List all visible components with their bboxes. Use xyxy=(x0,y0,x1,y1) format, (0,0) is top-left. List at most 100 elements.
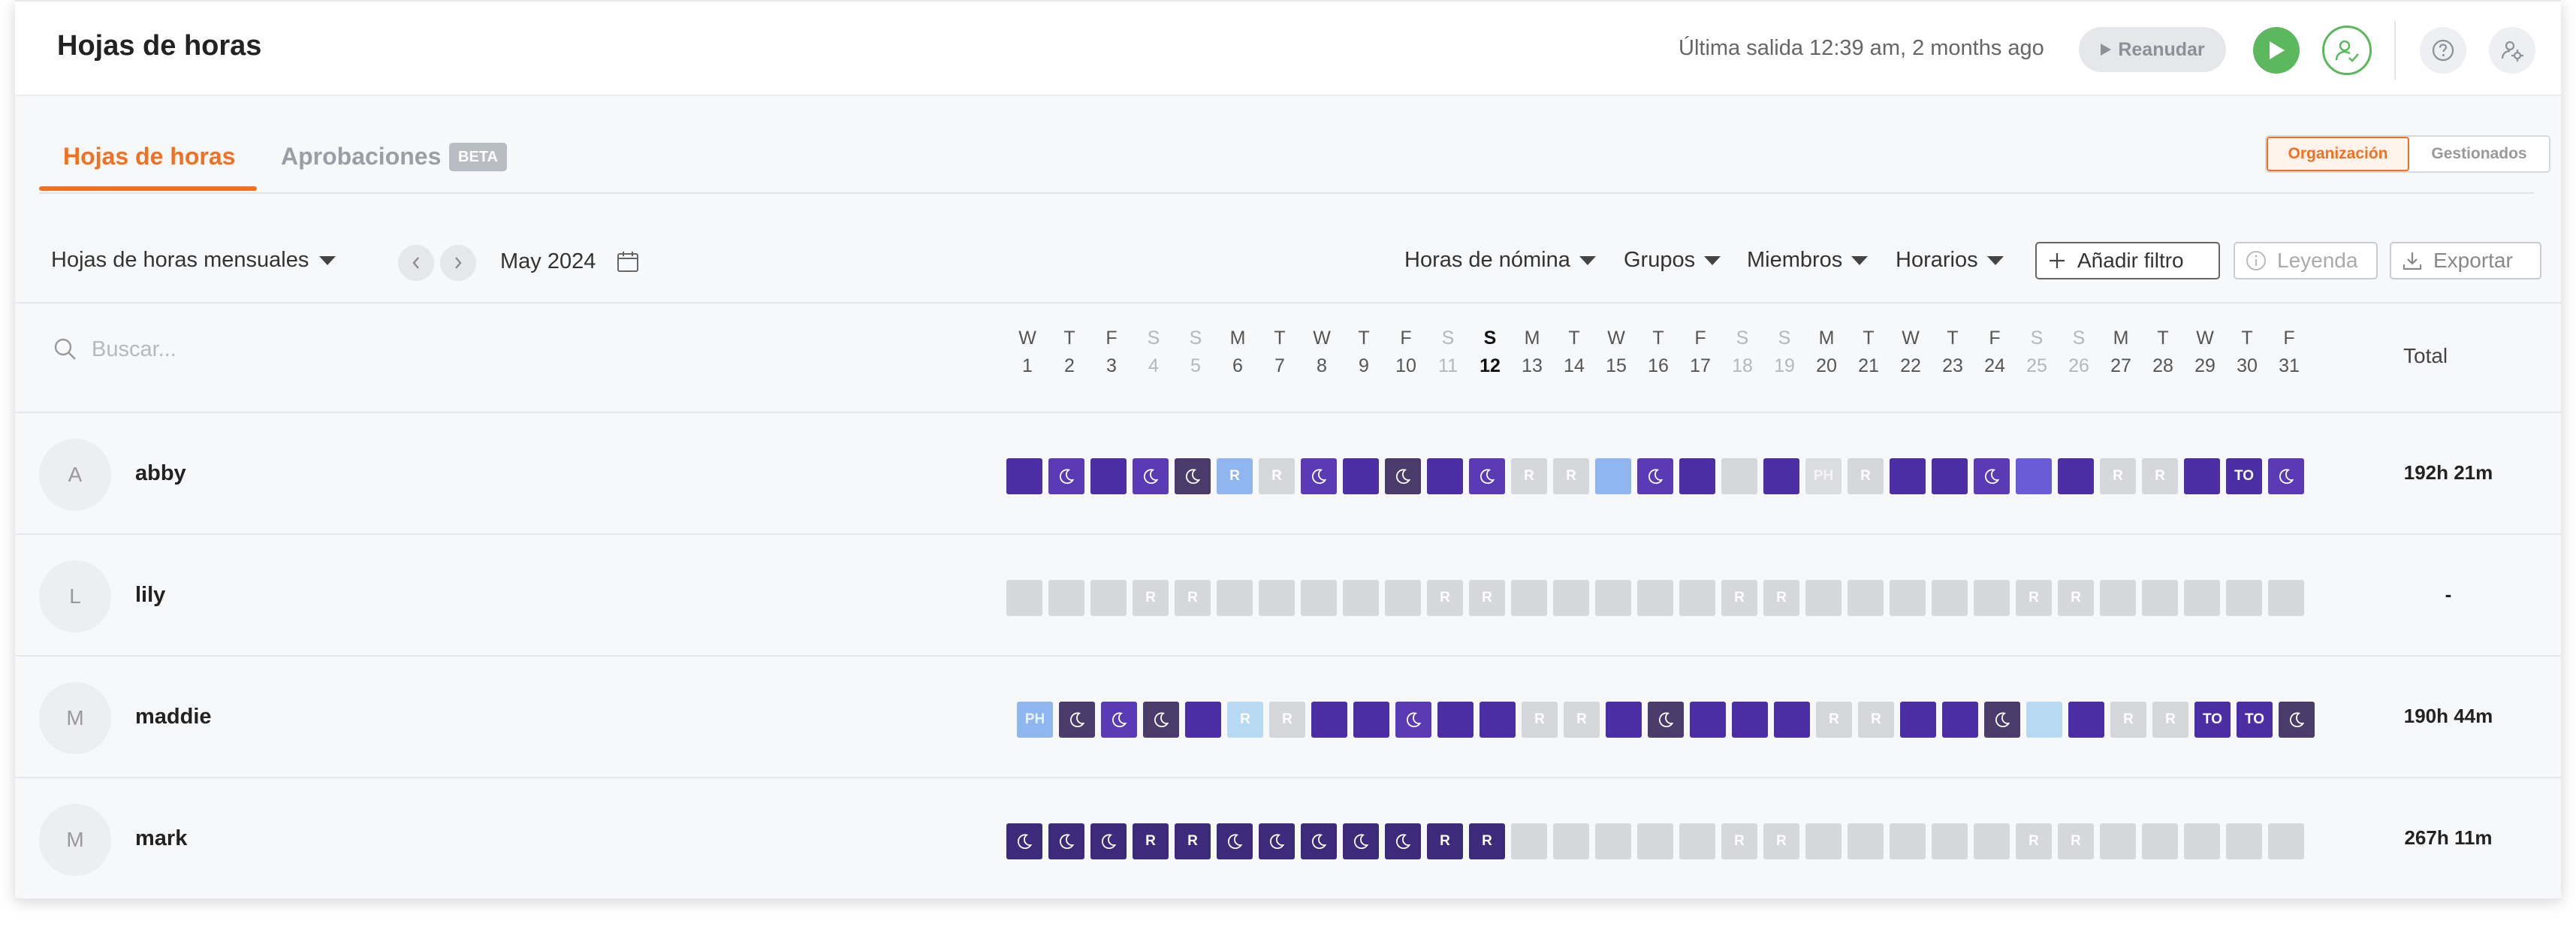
day-cell[interactable]: R xyxy=(1511,458,1547,494)
day-cell[interactable] xyxy=(2226,823,2262,859)
day-cell[interactable] xyxy=(2100,823,2136,859)
day-cell[interactable] xyxy=(1301,823,1337,859)
tab-timesheets[interactable]: Hojas de horas xyxy=(63,143,235,171)
export-button[interactable]: Exportar xyxy=(2390,242,2541,279)
day-cell[interactable]: R xyxy=(2152,702,2188,738)
day-cell[interactable] xyxy=(1942,702,1978,738)
day-cell[interactable] xyxy=(1059,702,1095,738)
day-cell[interactable] xyxy=(1679,823,1715,859)
day-cell[interactable] xyxy=(1890,458,1926,494)
day-cell[interactable] xyxy=(1343,580,1379,616)
day-cell[interactable] xyxy=(1637,458,1673,494)
day-cell[interactable] xyxy=(1890,580,1926,616)
period-label[interactable]: May 2024 xyxy=(500,249,596,274)
day-cell[interactable] xyxy=(1848,580,1884,616)
day-cell[interactable] xyxy=(1301,580,1337,616)
day-cell[interactable] xyxy=(1974,580,2010,616)
day-cell[interactable]: R xyxy=(1259,458,1295,494)
timesheet-type-dropdown[interactable]: Hojas de horas mensuales xyxy=(51,248,336,273)
day-cell[interactable]: R xyxy=(1763,580,1799,616)
day-cell[interactable] xyxy=(1774,702,1810,738)
day-cell[interactable] xyxy=(1690,702,1726,738)
day-cell[interactable] xyxy=(1679,580,1715,616)
help-button[interactable] xyxy=(2420,27,2466,74)
day-cell[interactable]: R xyxy=(2016,580,2052,616)
member-name[interactable]: lily xyxy=(135,583,165,608)
day-cell[interactable]: R xyxy=(2142,458,2178,494)
day-cell[interactable] xyxy=(1553,580,1589,616)
day-cell[interactable] xyxy=(2268,580,2304,616)
next-period-button[interactable] xyxy=(440,245,476,281)
day-cell[interactable] xyxy=(1511,580,1547,616)
day-cell[interactable] xyxy=(1343,458,1379,494)
user-status-button[interactable] xyxy=(2322,26,2372,75)
table-row[interactable]: Mmark R R R R R R R R 267h 11m xyxy=(15,778,2561,900)
day-cell[interactable]: R xyxy=(1858,702,1894,738)
day-cell[interactable] xyxy=(1343,823,1379,859)
day-cell[interactable]: TO xyxy=(2226,458,2262,494)
day-cell[interactable] xyxy=(1595,458,1631,494)
day-cell[interactable]: R xyxy=(1427,580,1463,616)
day-cell[interactable]: TO xyxy=(2237,702,2273,738)
day-cell[interactable] xyxy=(1217,580,1253,616)
day-cell[interactable] xyxy=(1385,458,1421,494)
day-cell[interactable]: R xyxy=(1721,823,1757,859)
table-row[interactable]: Aabby R R R R PH R R R TO 192h 21m xyxy=(15,413,2561,535)
day-cell[interactable]: R xyxy=(2016,823,2052,859)
day-cell[interactable] xyxy=(1006,823,1042,859)
calendar-icon[interactable] xyxy=(616,249,640,277)
toggle-organization[interactable]: Organización xyxy=(2267,137,2409,171)
day-cell[interactable]: R xyxy=(1217,458,1253,494)
day-cell[interactable] xyxy=(1090,823,1127,859)
prev-period-button[interactable] xyxy=(398,245,434,281)
day-cell[interactable] xyxy=(1469,458,1505,494)
day-cell[interactable] xyxy=(2142,580,2178,616)
day-cell[interactable]: R xyxy=(1469,823,1505,859)
day-cell[interactable] xyxy=(2184,823,2220,859)
day-cell[interactable] xyxy=(1900,702,1936,738)
day-cell[interactable]: R xyxy=(1227,702,1263,738)
start-timer-button[interactable] xyxy=(2253,27,2300,74)
day-cell[interactable] xyxy=(1395,702,1431,738)
day-cell[interactable]: R xyxy=(1133,823,1169,859)
day-cell[interactable] xyxy=(2026,702,2062,738)
day-cell[interactable] xyxy=(1606,702,1642,738)
day-cell[interactable] xyxy=(1427,458,1463,494)
day-cell[interactable]: R xyxy=(1553,458,1589,494)
day-cell[interactable] xyxy=(1437,702,1474,738)
day-cell[interactable] xyxy=(2142,823,2178,859)
day-cell[interactable] xyxy=(1090,580,1127,616)
day-cell[interactable] xyxy=(1763,458,1799,494)
day-cell[interactable] xyxy=(1480,702,1516,738)
day-cell[interactable] xyxy=(1984,702,2020,738)
day-cell[interactable] xyxy=(1048,580,1084,616)
day-cell[interactable] xyxy=(1890,823,1926,859)
day-cell[interactable] xyxy=(1133,458,1169,494)
day-cell[interactable] xyxy=(1732,702,1768,738)
day-cell[interactable] xyxy=(1048,823,1084,859)
day-cell[interactable]: R xyxy=(1175,823,1211,859)
schedules-dropdown[interactable]: Horarios xyxy=(1896,248,2004,273)
day-cell[interactable] xyxy=(1932,580,1968,616)
day-cell[interactable] xyxy=(1259,580,1295,616)
member-name[interactable]: maddie xyxy=(135,705,212,729)
toggle-managed[interactable]: Gestionados xyxy=(2409,137,2549,171)
day-cell[interactable] xyxy=(2100,580,2136,616)
day-cell[interactable]: R xyxy=(1133,580,1169,616)
day-cell[interactable]: R xyxy=(1763,823,1799,859)
groups-dropdown[interactable]: Grupos xyxy=(1624,248,1721,273)
member-name[interactable]: abby xyxy=(135,461,186,486)
day-cell[interactable] xyxy=(1637,580,1673,616)
day-cell[interactable] xyxy=(1185,702,1221,738)
day-cell[interactable] xyxy=(1553,823,1589,859)
day-cell[interactable]: R xyxy=(2058,823,2094,859)
day-cell[interactable] xyxy=(2184,458,2220,494)
day-cell[interactable] xyxy=(1006,458,1042,494)
day-cell[interactable] xyxy=(1006,580,1042,616)
search-field[interactable]: Buscar... xyxy=(53,337,176,362)
day-cell[interactable] xyxy=(1385,823,1421,859)
day-cell[interactable] xyxy=(1974,458,2010,494)
day-cell[interactable] xyxy=(1848,823,1884,859)
day-cell[interactable]: R xyxy=(2058,580,2094,616)
add-filter-button[interactable]: Añadir filtro xyxy=(2035,242,2220,279)
